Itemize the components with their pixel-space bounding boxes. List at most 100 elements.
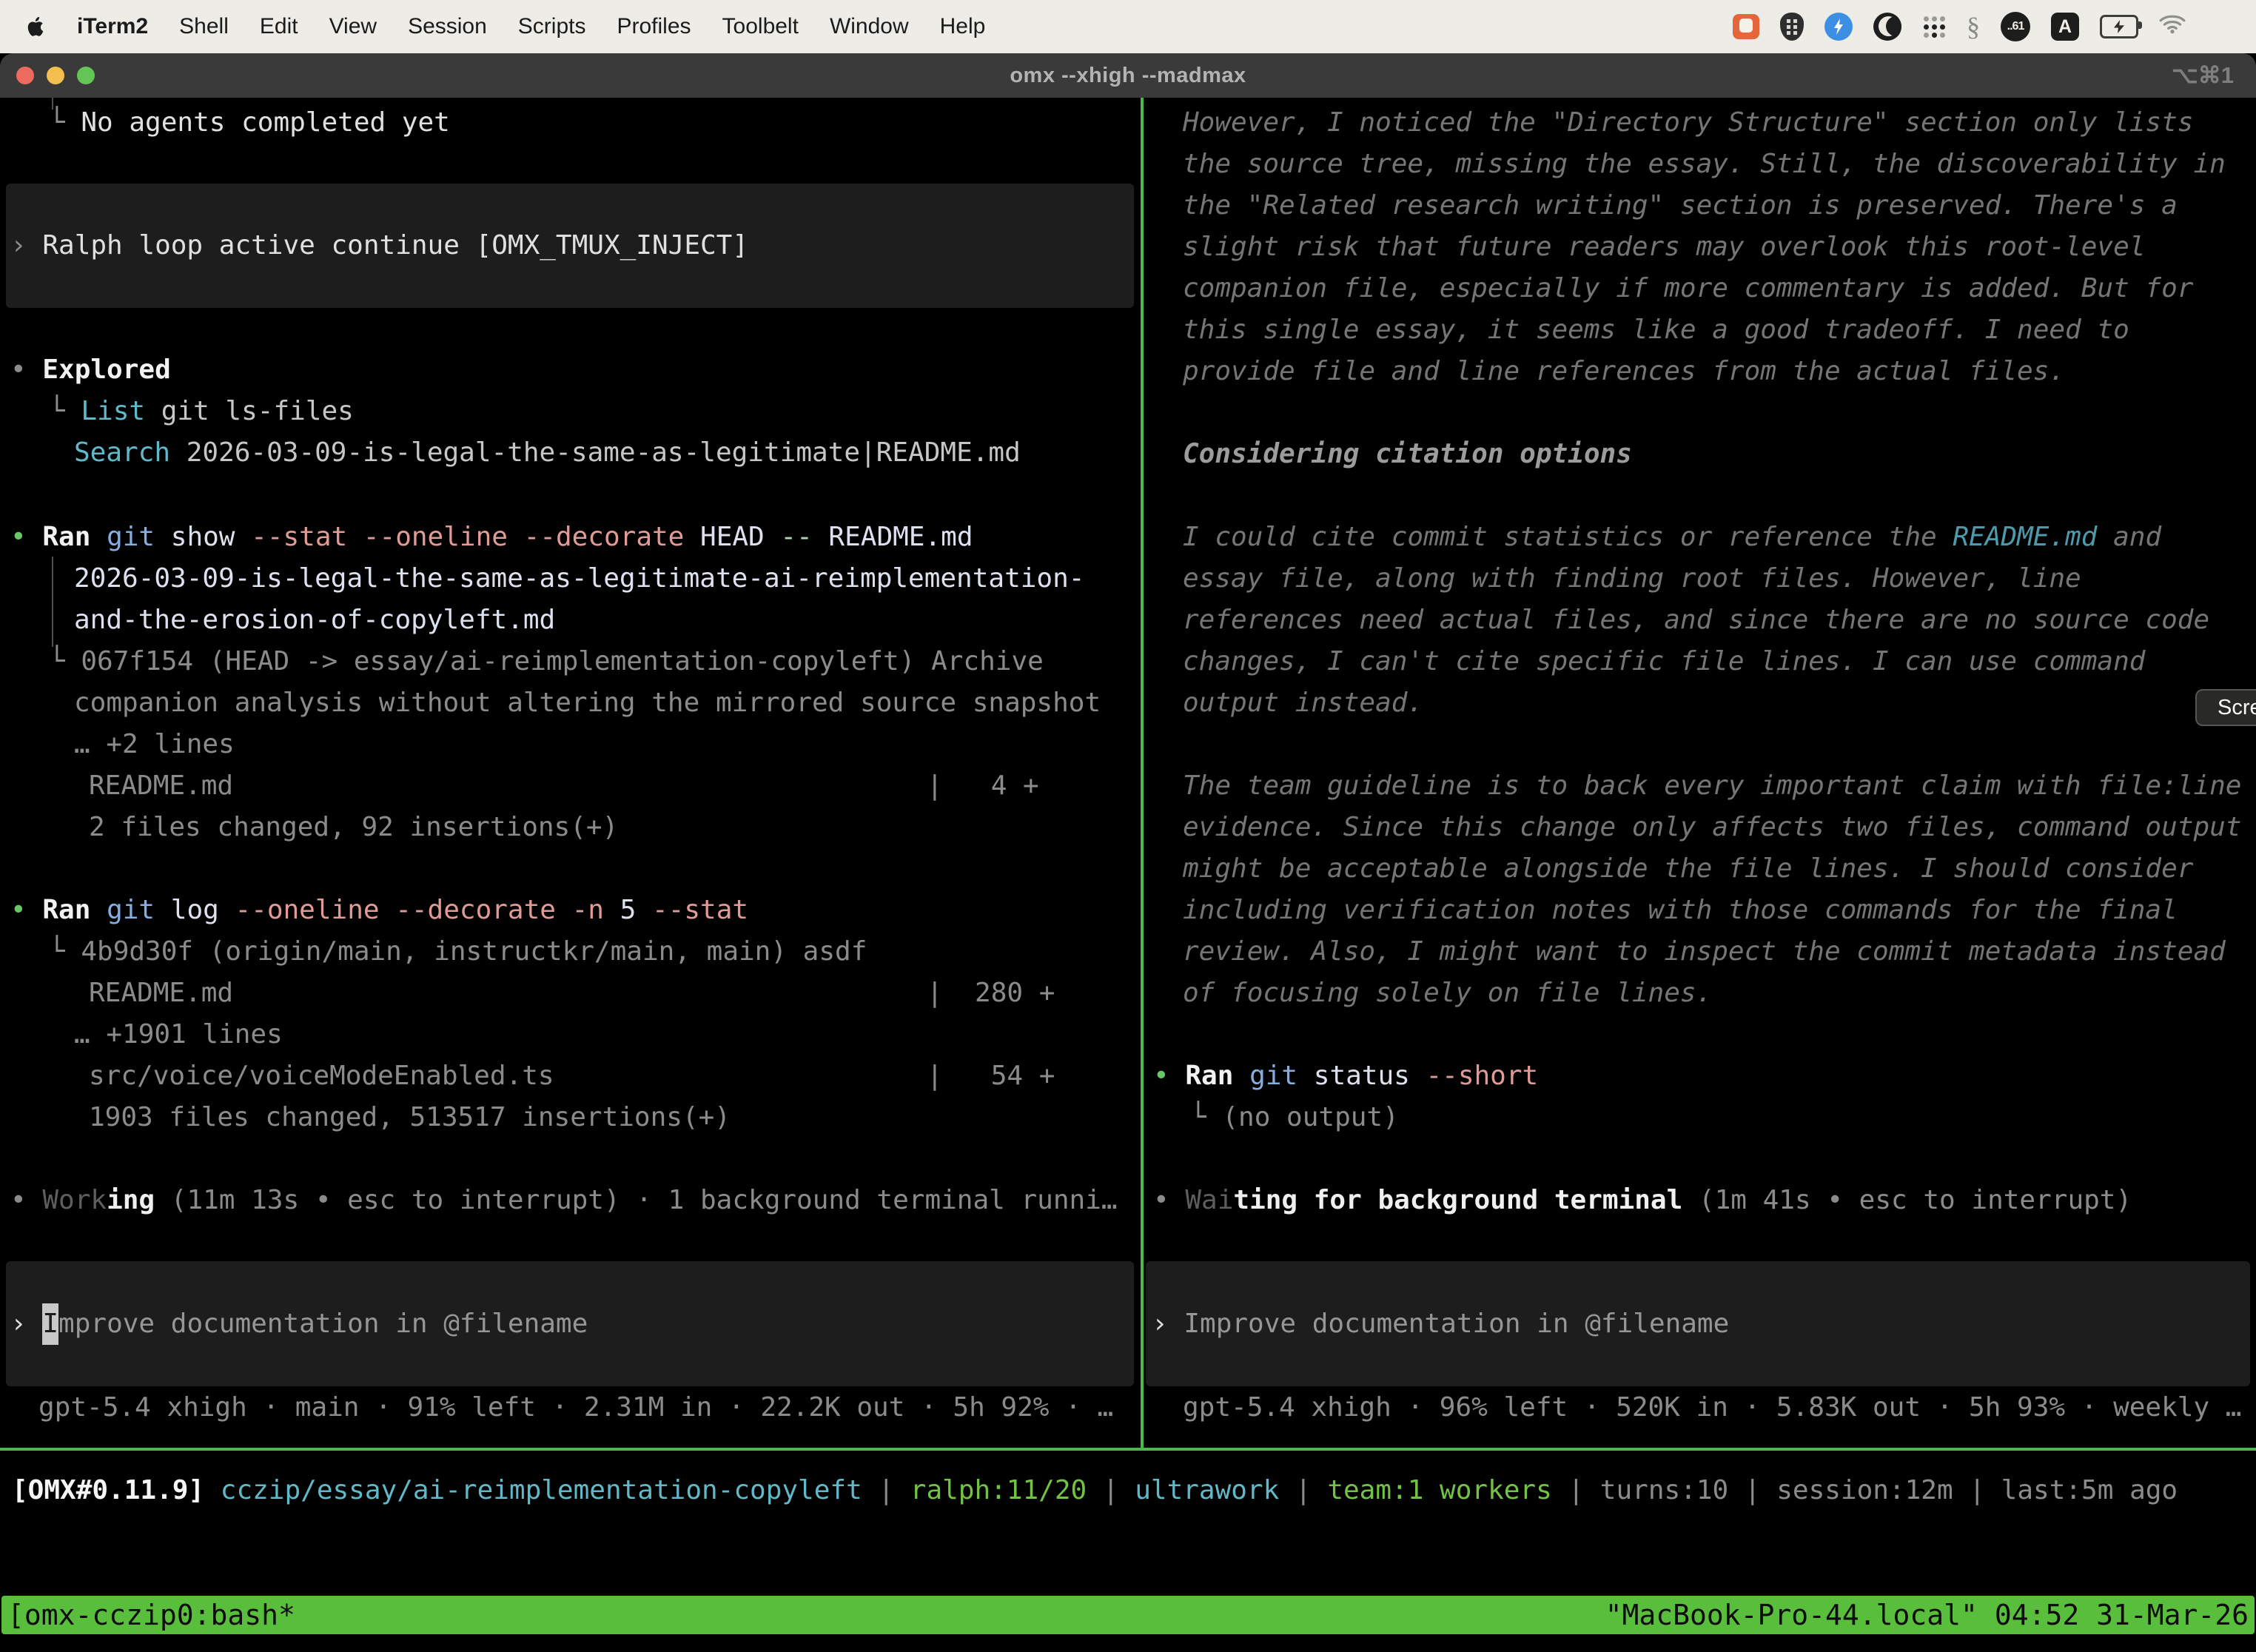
text-segment: • — [10, 895, 42, 925]
screen-record-icon[interactable] — [1733, 14, 1759, 39]
menu-item[interactable]: Scripts — [518, 14, 586, 39]
badge-61-icon[interactable]: ..61 — [2001, 12, 2030, 41]
dark-crescent-icon[interactable] — [1873, 13, 1901, 41]
text-segment: (1m 41s • esc to interrupt) — [1682, 1185, 2132, 1215]
explored-header: • Explored — [10, 349, 171, 391]
thought-line: might be acceptable alongside the file l… — [1183, 848, 2241, 890]
left-model-status-line: gpt-5.4 xhigh · main · 91% left · 2.31M … — [38, 1387, 1113, 1428]
text-segment: (11m 13s • esc to interrupt) · 1 backgro… — [155, 1185, 1117, 1215]
text-segment: └ — [1190, 1102, 1222, 1132]
text-segment: I could cite commit statistics or refere… — [1183, 522, 1953, 552]
apple-menu-icon[interactable] — [27, 16, 46, 38]
shield-keypad-icon[interactable] — [1780, 13, 1804, 41]
text-segment: ralph:11/20 — [910, 1475, 1087, 1505]
thought-line: evidence. Since this change only affects… — [1183, 807, 2241, 848]
thought-line: output instead. — [1183, 682, 2209, 724]
text-cursor: I — [42, 1303, 58, 1345]
iterm-window: omx --xhigh --madmax ⌥⌘1 └ No agents com… — [0, 53, 2256, 1652]
thought-line: the source tree, missing the essay. Stil… — [1183, 144, 2226, 185]
menu-item[interactable]: View — [329, 14, 377, 39]
thought-line: slight risk that future readers may over… — [1183, 226, 2226, 268]
thought-line: references need actual files, and since … — [1183, 600, 2209, 641]
text-segment: --stat — [636, 895, 748, 925]
text-segment: Ran — [42, 522, 90, 552]
git-show-arg-line: 2026-03-09-is-legal-the-same-as-legitima… — [74, 558, 1084, 600]
git-show-output-line: └ 067f154 (HEAD -> essay/ai-reimplementa… — [49, 641, 1044, 682]
text-segment: status — [1297, 1061, 1410, 1091]
blue-bolt-badge-icon[interactable] — [1824, 13, 1853, 41]
menu-item[interactable]: Window — [830, 14, 909, 39]
thought-line: essay file, along with finding root file… — [1183, 558, 2209, 600]
text-segment: Ralph loop active continue [OMX_TMUX_INJ… — [42, 230, 748, 261]
git-log-output-line: └ 4b9d30f (origin/main, instructkr/main,… — [49, 931, 867, 973]
diffstat-count: | 280 + — [927, 973, 1055, 1014]
diffstat-filename: src/voice/voiceModeEnabled.ts — [89, 1055, 554, 1097]
text-segment: 4b9d30f (origin/main, instructkr/main, m… — [81, 936, 867, 967]
text-segment: log — [155, 895, 219, 925]
text-segment: git — [1233, 1061, 1297, 1091]
window-title-bar[interactable]: omx --xhigh --madmax ⌥⌘1 — [0, 53, 2256, 98]
tree-connector — [52, 557, 53, 647]
right-prompt-line[interactable]: › Improve documentation in @filename — [1152, 1303, 1729, 1345]
git-show-output-line: companion analysis without altering the … — [74, 682, 1101, 724]
pane-bottom-border — [0, 1448, 2256, 1451]
prompt-input-text: Improve documentation in @filename — [1184, 1309, 1729, 1339]
menu-item[interactable]: Profiles — [617, 14, 691, 39]
menu-item[interactable]: Toolbelt — [722, 14, 799, 39]
menu-item[interactable]: Shell — [179, 14, 229, 39]
omx-status-line: [OMX#0.11.9] cczip/essay/ai-reimplementa… — [12, 1470, 2178, 1511]
text-segment: ting for background terminal — [1233, 1185, 1682, 1215]
text-segment: session:12m — [1776, 1475, 1953, 1505]
text-segment: | — [862, 1475, 910, 1505]
window-shortcut-hint: ⌥⌘1 — [2172, 62, 2234, 89]
menu-item[interactable]: iTerm2 — [77, 14, 148, 39]
text-segment — [204, 1475, 221, 1505]
prompt-input-text: mprove documentation in @filename — [58, 1309, 588, 1339]
text-segment: show — [155, 522, 235, 552]
text-segment: --short — [1410, 1061, 1538, 1091]
menu-item[interactable]: Help — [940, 14, 986, 39]
menu-item[interactable]: Edit — [260, 14, 298, 39]
git-status-output: └ (no output) — [1190, 1097, 1399, 1138]
text-segment: 2026-03-09-is-legal-the-same-as-legitima… — [170, 437, 1021, 468]
prompt-arrow: › — [1152, 1309, 1184, 1339]
explored-list-line: └ List git ls-files — [49, 391, 354, 432]
diffstat-summary: 1903 files changed, 513517 insertions(+) — [89, 1097, 731, 1138]
text-segment: Ran — [1185, 1061, 1233, 1091]
text-segment: git ls-files — [145, 396, 354, 426]
wifi-icon[interactable] — [2159, 13, 2186, 40]
text-segment: • — [10, 355, 42, 385]
text-segment: | — [1552, 1475, 1600, 1505]
squiggle-icon[interactable]: § — [1967, 13, 1980, 40]
text-segment: [OMX#0.11.9] — [12, 1475, 204, 1505]
battery-charging-icon[interactable] — [2100, 15, 2138, 38]
git-log-more-lines: … +1901 lines — [74, 1014, 283, 1055]
waiting-status-line: • Waiting for background terminal (1m 41… — [1153, 1180, 2132, 1221]
text-segment: and — [2097, 522, 2161, 552]
thought-paragraph: essay file, along with finding root file… — [1183, 558, 2209, 724]
screen-tooltip: Scre — [2195, 689, 2256, 726]
menu-bar: iTerm2 Shell Edit View Session Scripts Profile… — [0, 0, 2256, 53]
dots-grid-icon[interactable] — [1922, 15, 1946, 38]
thought-paragraph: However, I noticed the "Directory Struct… — [1183, 102, 2226, 392]
text-segment: | — [1728, 1475, 1776, 1505]
diffstat-count: | 54 + — [927, 1055, 1055, 1097]
left-prompt-line[interactable]: › Improve documentation in @filename — [10, 1303, 588, 1345]
text-segment: cczip/essay/ai-reimplementation-copyleft — [221, 1475, 862, 1505]
pane-divider[interactable] — [1141, 98, 1144, 1448]
git-log-command: • Ran git log --oneline --decorate -n 5 … — [10, 890, 748, 931]
app-menu-items: iTerm2 Shell Edit View Session Scripts Profile… — [46, 14, 985, 39]
text-segment: | — [1279, 1475, 1327, 1505]
text-segment: Wai — [1185, 1185, 1233, 1215]
text-segment: ultrawork — [1135, 1475, 1279, 1505]
input-source-icon[interactable]: A — [2051, 13, 2079, 41]
explored-search-line: Search 2026-03-09-is-legal-the-same-as-l… — [74, 432, 1021, 474]
text-segment: git — [90, 522, 155, 552]
prompt-arrow: › — [10, 1309, 42, 1339]
text-segment: └ — [49, 646, 81, 676]
text-segment: README.md — [813, 522, 973, 552]
ralph-banner-line: › Ralph loop active continue [OMX_TMUX_I… — [10, 225, 748, 266]
menu-item[interactable]: Session — [408, 14, 487, 39]
thought-line: of focusing solely on file lines. — [1183, 973, 2241, 1014]
text-segment: Explored — [42, 355, 170, 385]
